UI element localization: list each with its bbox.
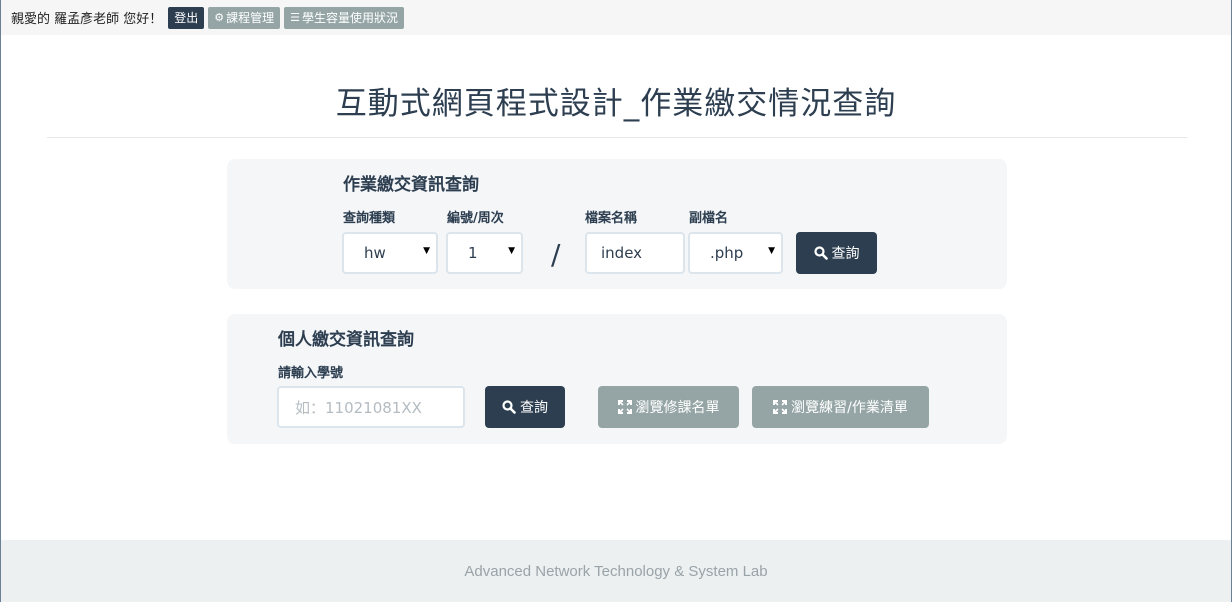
footer: Advanced Network Technology & System Lab <box>1 540 1231 602</box>
number-label: 編號/周次 <box>447 211 504 226</box>
expand-icon <box>617 400 632 414</box>
filename-input[interactable]: index <box>585 232 685 274</box>
chevron-down-icon: ▼ <box>508 246 515 256</box>
chevron-down-icon: ▼ <box>768 246 775 256</box>
personal-search-label: 查詢 <box>520 400 548 416</box>
student-id-placeholder: 如：11021081XX <box>295 398 422 417</box>
search-icon <box>502 400 516 414</box>
homework-search-label: 查詢 <box>831 246 860 262</box>
extension-label: 副檔名 <box>689 211 729 226</box>
extension-value: .php <box>710 244 744 262</box>
course-manage-button[interactable]: ⚙ 課程管理 <box>208 6 281 29</box>
expand-icon <box>773 400 788 414</box>
storage-usage-button[interactable]: ☰ 學生容量使用狀況 <box>284 6 405 29</box>
footer-text: Advanced Network Technology & System Lab <box>464 562 768 580</box>
view-roster-button[interactable]: 瀏覽修課名單 <box>598 386 739 428</box>
search-icon <box>813 246 828 260</box>
gear-icon: ⚙ <box>214 11 225 24</box>
view-assignments-button[interactable]: 瀏覽練習/作業清單 <box>752 386 929 428</box>
filename-value: index <box>601 244 643 262</box>
homework-query-heading: 作業繳交資訊查詢 <box>343 175 479 195</box>
number-value: 1 <box>468 244 478 262</box>
personal-search-button[interactable]: 查詢 <box>485 386 565 428</box>
query-type-value: hw <box>364 244 386 262</box>
top-bar: 親愛的 羅孟彥老師 您好！ 登出 ⚙ 課程管理 ☰ 學生容量使用狀況 <box>1 0 1231 35</box>
chevron-down-icon: ▼ <box>423 246 430 256</box>
view-roster-label: 瀏覽修課名單 <box>635 400 720 416</box>
course-manage-label: 課程管理 <box>226 11 275 25</box>
query-type-select[interactable]: hw ▼ <box>342 232 438 274</box>
personal-query-heading: 個人繳交資訊查詢 <box>278 330 414 350</box>
student-id-label: 請輸入學號 <box>278 366 344 381</box>
page-title: 互動式網頁程式設計_作業繳交情況查詢 <box>335 86 897 122</box>
homework-search-button[interactable]: 查詢 <box>796 232 877 274</box>
personal-query-panel: 個人繳交資訊查詢 請輸入學號 如：11021081XX 查詢 瀏覽修課名單 瀏覽… <box>227 314 1007 444</box>
title-divider <box>47 137 1187 138</box>
list-icon: ☰ <box>290 11 301 24</box>
view-assignments-label: 瀏覽練習/作業清單 <box>791 400 908 416</box>
path-separator: / <box>551 238 561 271</box>
greeting-text: 親愛的 羅孟彥老師 您好！ <box>11 12 163 27</box>
filename-label: 檔案名稱 <box>585 211 638 226</box>
logout-button[interactable]: 登出 <box>168 6 205 29</box>
number-select[interactable]: 1 ▼ <box>446 232 523 274</box>
homework-query-panel: 作業繳交資訊查詢 查詢種類 編號/周次 檔案名稱 副檔名 hw ▼ 1 ▼ / … <box>227 159 1007 289</box>
storage-usage-label: 學生容量使用狀況 <box>302 11 399 25</box>
query-type-label: 查詢種類 <box>343 211 396 226</box>
extension-select[interactable]: .php ▼ <box>688 232 783 274</box>
student-id-input[interactable]: 如：11021081XX <box>277 386 465 428</box>
